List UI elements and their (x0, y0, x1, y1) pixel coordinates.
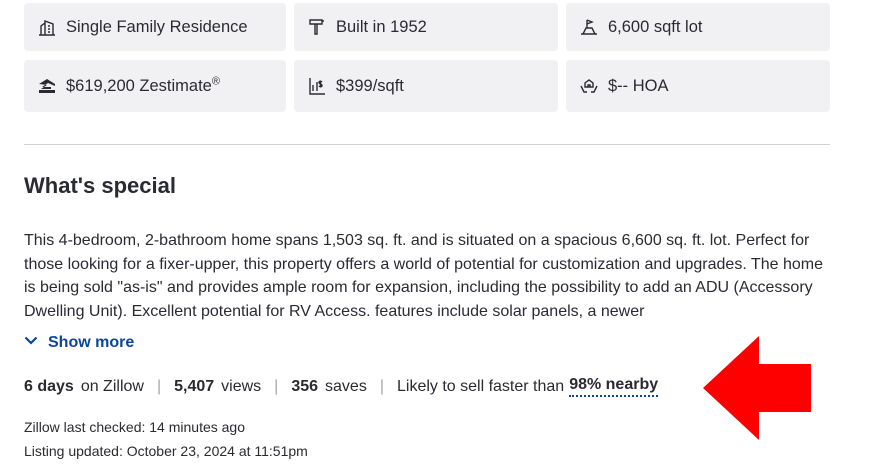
fact-home-type: Single Family Residence (24, 3, 286, 51)
days-on-zillow-label: on Zillow (80, 377, 144, 395)
listing-stats: 6 days on Zillow | 5,407 views | 356 sav… (24, 376, 659, 397)
section-divider (24, 144, 830, 145)
zillow-z-icon (36, 75, 58, 97)
saves-value: 356 (291, 377, 319, 395)
chevron-down-icon (24, 333, 48, 352)
last-checked-text: Zillow last checked: 14 minutes ago (24, 419, 245, 435)
sell-faster-text: Likely to sell faster than (396, 377, 565, 395)
red-arrow-annotation-icon (703, 336, 811, 440)
lot-size-icon (578, 16, 600, 38)
fact-price-per-sqft: $399/sqft (294, 60, 558, 112)
fact-label: Built in 1952 (336, 17, 427, 36)
days-on-zillow-value: 6 days (24, 377, 74, 395)
show-more-button[interactable]: Show more (24, 333, 134, 352)
fact-lot-size: 6,600 sqft lot (566, 3, 830, 51)
hoa-hands-icon (578, 75, 600, 97)
stats-separator: | (156, 377, 162, 395)
listing-facts-page: Single Family Residence Built in 1952 6,… (0, 0, 878, 467)
sell-faster-tooltip-link[interactable]: 98% nearby (569, 376, 659, 397)
saves-label: saves (325, 377, 367, 395)
house-building-icon (36, 16, 58, 38)
price-per-sqft-icon (306, 75, 328, 97)
fact-label: Single Family Residence (66, 17, 248, 36)
fact-label: 6,600 sqft lot (608, 17, 703, 36)
show-more-label: Show more (48, 333, 135, 351)
listing-description: This 4-bedroom, 2-bathroom home spans 1,… (24, 232, 823, 320)
hammer-icon (306, 16, 328, 38)
views-value: 5,407 (174, 377, 215, 395)
fact-label: $619,200 Zestimate® (66, 75, 220, 95)
section-title: What's special (24, 173, 176, 198)
registered-mark: ® (211, 75, 220, 87)
fact-hoa: $-- HOA (566, 60, 830, 112)
stats-separator: | (274, 377, 279, 395)
fact-label: $399/sqft (336, 76, 404, 95)
views-label: views (221, 377, 262, 395)
facts-grid: Single Family Residence Built in 1952 6,… (24, 3, 830, 112)
fact-year-built: Built in 1952 (294, 3, 558, 51)
stats-separator: | (379, 377, 384, 395)
fact-label: $-- HOA (608, 76, 669, 95)
fact-zestimate[interactable]: $619,200 Zestimate® (24, 60, 286, 112)
listing-updated-text: Listing updated: October 23, 2024 at 11:… (24, 443, 308, 459)
